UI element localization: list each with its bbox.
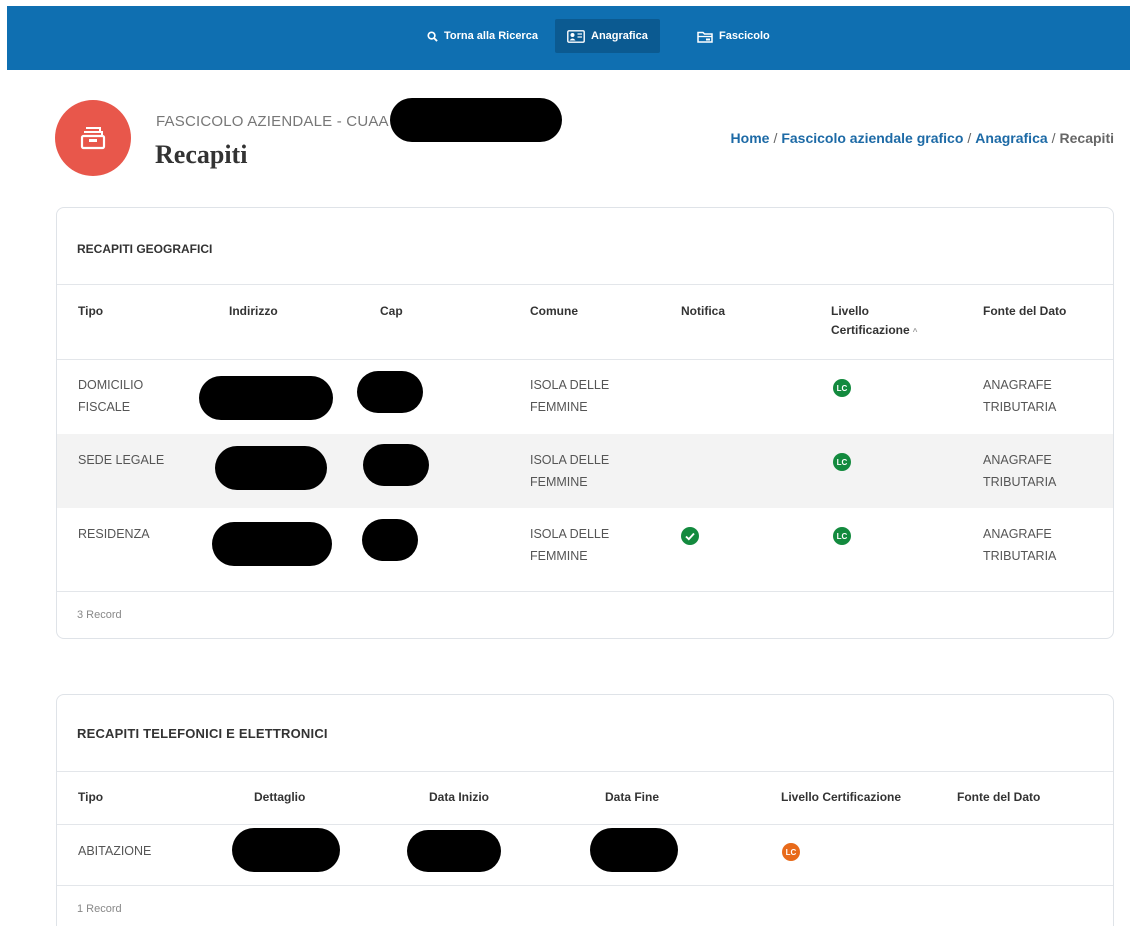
redacted-dettaglio bbox=[232, 828, 340, 872]
cell-fonte: ANAGRAFE TRIBUTARIA bbox=[983, 527, 1057, 563]
col-livello-certificazione[interactable]: Livello Certificazione bbox=[781, 788, 901, 807]
breadcrumb-separator: / bbox=[773, 130, 778, 146]
breadcrumb-separator: / bbox=[1051, 130, 1056, 146]
cell-fonte: ANAGRAFE TRIBUTARIA bbox=[983, 378, 1057, 414]
col-notifica[interactable]: Notifica bbox=[681, 302, 725, 321]
recapiti-telefonici-card: RECAPITI TELEFONICI E ELETTRONICI Tipo D… bbox=[56, 694, 1114, 926]
folder-icon bbox=[697, 31, 713, 43]
redacted-cap bbox=[362, 519, 418, 561]
breadcrumb-separator: / bbox=[967, 130, 972, 146]
divider bbox=[57, 359, 1113, 360]
redacted-data-inizio bbox=[407, 830, 501, 872]
divider bbox=[57, 885, 1113, 886]
col-tipo[interactable]: Tipo bbox=[78, 788, 103, 807]
cell-fonte: ANAGRAFE TRIBUTARIA bbox=[983, 453, 1057, 489]
lc-badge-icon: LC bbox=[833, 527, 851, 545]
col-comune[interactable]: Comune bbox=[530, 302, 578, 321]
col-tipo[interactable]: Tipo bbox=[78, 302, 103, 321]
redacted-indirizzo bbox=[199, 376, 333, 420]
redacted-cuaa bbox=[390, 98, 562, 142]
cell-tipo: SEDE LEGALE bbox=[78, 453, 165, 467]
nav-label: Anagrafica bbox=[591, 30, 648, 42]
col-fonte-del-dato[interactable]: Fonte del Dato bbox=[957, 788, 1040, 807]
record-count: 3 Record bbox=[77, 609, 122, 621]
divider bbox=[57, 824, 1113, 825]
sort-asc-icon[interactable]: ^ bbox=[913, 327, 918, 336]
breadcrumb-home[interactable]: Home bbox=[731, 130, 770, 146]
col-cap[interactable]: Cap bbox=[380, 302, 403, 321]
cell-tipo: ABITAZIONE bbox=[78, 844, 152, 858]
id-card-icon bbox=[567, 29, 585, 43]
col-indirizzo[interactable]: Indirizzo bbox=[229, 302, 278, 321]
lc-badge-icon: LC bbox=[782, 843, 800, 861]
divider bbox=[57, 284, 1113, 285]
card-title: RECAPITI TELEFONICI E ELETTRONICI bbox=[77, 726, 328, 741]
card-title: RECAPITI GEOGRAFICI bbox=[77, 242, 213, 256]
col-livello-certificazione[interactable]: Livello Certificazione ^ bbox=[831, 302, 941, 341]
col-data-fine[interactable]: Data Fine bbox=[605, 788, 659, 807]
lc-badge-icon: LC bbox=[833, 379, 851, 397]
breadcrumb-anagrafica[interactable]: Anagrafica bbox=[975, 130, 1047, 146]
nav-torna-alla-ricerca[interactable]: Torna alla Ricerca bbox=[415, 19, 550, 53]
col-label: Livello Certificazione bbox=[831, 304, 910, 337]
top-navbar: Torna alla Ricerca Anagrafica Fascicolo bbox=[7, 6, 1130, 70]
nav-label: Fascicolo bbox=[719, 30, 770, 42]
cell-tipo: DOMICILIO FISCALE bbox=[78, 378, 144, 414]
page-subtitle: FASCICOLO AZIENDALE - CUAA bbox=[156, 113, 389, 130]
nav-anagrafica[interactable]: Anagrafica bbox=[555, 19, 660, 53]
search-icon bbox=[427, 30, 438, 42]
divider bbox=[57, 771, 1113, 772]
recapiti-geografici-card: RECAPITI GEOGRAFICI Tipo Indirizzo Cap C… bbox=[56, 207, 1114, 639]
nav-label: Torna alla Ricerca bbox=[444, 30, 538, 42]
redacted-cap bbox=[363, 444, 429, 486]
breadcrumb-current: Recapiti bbox=[1059, 130, 1114, 146]
cell-comune: ISOLA DELLE FEMMINE bbox=[530, 453, 610, 489]
check-icon bbox=[681, 527, 699, 545]
lc-badge-icon: LC bbox=[833, 453, 851, 471]
cell-comune: ISOLA DELLE FEMMINE bbox=[530, 378, 610, 414]
cell-comune: ISOLA DELLE FEMMINE bbox=[530, 527, 610, 563]
page-title: Recapiti bbox=[155, 140, 248, 169]
col-fonte-del-dato[interactable]: Fonte del Dato bbox=[983, 302, 1066, 321]
nav-fascicolo[interactable]: Fascicolo bbox=[685, 19, 782, 53]
breadcrumb: Home / Fascicolo aziendale grafico / Anagraf… bbox=[731, 130, 1114, 146]
divider bbox=[57, 591, 1113, 592]
redacted-indirizzo bbox=[212, 522, 332, 566]
redacted-cap bbox=[357, 371, 423, 413]
redacted-indirizzo bbox=[215, 446, 327, 490]
redacted-data-fine bbox=[590, 828, 678, 872]
archive-icon bbox=[55, 100, 131, 176]
col-data-inizio[interactable]: Data Inizio bbox=[429, 788, 489, 807]
breadcrumb-fascicolo[interactable]: Fascicolo aziendale grafico bbox=[781, 130, 963, 146]
record-count: 1 Record bbox=[77, 903, 122, 915]
col-dettaglio[interactable]: Dettaglio bbox=[254, 788, 305, 807]
cell-tipo: RESIDENZA bbox=[78, 527, 150, 541]
